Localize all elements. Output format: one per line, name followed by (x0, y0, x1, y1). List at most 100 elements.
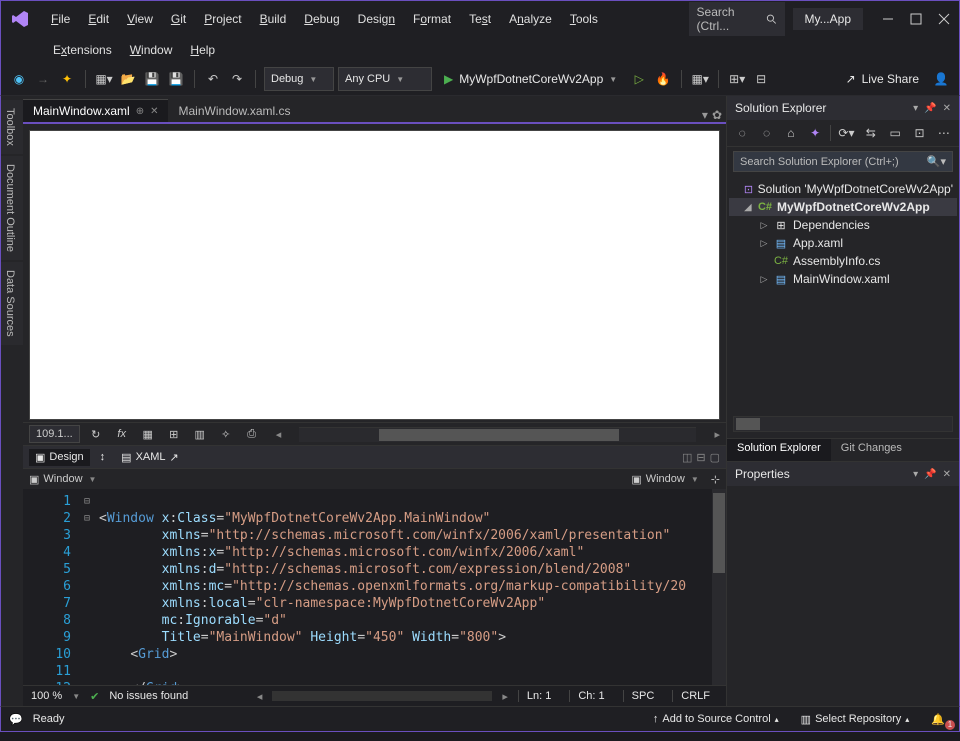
split-v-icon[interactable]: ◫ (682, 451, 692, 464)
menu-view[interactable]: View (119, 9, 161, 29)
live-share-button[interactable]: ↗ Live Share (838, 70, 927, 88)
code-button[interactable]: ⎙ (242, 424, 262, 444)
snap-button[interactable]: ⊞ (164, 424, 184, 444)
assemblyinfo-node[interactable]: C#AssemblyInfo.cs (729, 252, 957, 270)
fx-button[interactable]: fx (112, 424, 132, 444)
start-without-debug-button[interactable]: ▷ (629, 69, 649, 89)
design-tab[interactable]: ▣Design (29, 449, 90, 466)
tab-settings-icon[interactable]: ✿ (712, 108, 722, 122)
solution-h-scrollbar[interactable] (733, 416, 953, 432)
back-icon[interactable]: ◌ (733, 123, 751, 143)
layout-button[interactable]: ▦▾ (690, 69, 710, 89)
panel-menu-icon[interactable]: ▾ (913, 103, 918, 114)
save-button[interactable]: 💾 (142, 69, 162, 89)
menu-tools[interactable]: Tools (562, 9, 606, 29)
forward-button[interactable]: → (33, 69, 53, 89)
maximize-button[interactable] (909, 12, 923, 26)
eol-indicator[interactable]: CRLF (672, 690, 718, 702)
add-source-control-button[interactable]: ↑Add to Source Control▴ (647, 711, 785, 727)
new-project-button[interactable]: ▦▾ (94, 69, 114, 89)
menu-git[interactable]: Git (163, 9, 194, 29)
menu-project[interactable]: Project (196, 9, 249, 29)
output-icon[interactable]: 💬 (9, 713, 23, 726)
menu-extensions[interactable]: Extensions (45, 40, 120, 60)
solution-search[interactable]: Search Solution Explorer (Ctrl+;) 🔍▾ (733, 151, 953, 172)
notifications-button[interactable]: 🔔1 (925, 711, 951, 728)
git-changes-tab[interactable]: Git Changes (831, 439, 912, 461)
close-button[interactable] (937, 12, 951, 26)
swap-panes-button[interactable]: ↕ (100, 451, 106, 463)
menu-format[interactable]: Format (405, 9, 459, 29)
new-item-button[interactable]: ✦ (57, 69, 77, 89)
panel-close-icon[interactable]: ✕ (943, 103, 951, 114)
breadcrumb-right[interactable]: ▣Window (631, 473, 685, 486)
menu-debug[interactable]: Debug (296, 9, 347, 29)
save-all-button[interactable]: 💾 (166, 69, 186, 89)
project-node[interactable]: ◢C#MyWpfDotnetCoreWv2App (729, 198, 957, 216)
pin-icon[interactable]: ⊕ (136, 106, 144, 117)
col-indicator[interactable]: Ch: 1 (569, 690, 612, 702)
redo-button[interactable]: ↷ (227, 69, 247, 89)
hot-reload-button[interactable]: 🔥 (653, 69, 673, 89)
guides-button[interactable]: ▥ (190, 424, 210, 444)
menu-design[interactable]: Design (350, 9, 403, 29)
design-canvas[interactable] (29, 130, 720, 420)
menu-help[interactable]: Help (182, 40, 223, 60)
undo-button[interactable]: ↶ (203, 69, 223, 89)
popout-icon[interactable]: ↗ (170, 451, 179, 464)
code-editor[interactable]: 123456789101112 ⊟⊟ <Window x:Class="MyWp… (23, 489, 726, 685)
xaml-tab[interactable]: ▤XAML↗ (115, 449, 185, 466)
fwd-icon[interactable]: ◌ (757, 123, 775, 143)
dependencies-node[interactable]: ▷⊞Dependencies (729, 216, 957, 234)
solution-explorer-tab[interactable]: Solution Explorer (727, 439, 831, 461)
designer-h-scrollbar[interactable] (299, 427, 696, 442)
search-box[interactable]: Search (Ctrl... (689, 2, 785, 36)
zoom-combo[interactable]: 109.1... (29, 425, 80, 443)
sync-icon[interactable]: ⇆ (862, 123, 880, 143)
open-button[interactable]: 📂 (118, 69, 138, 89)
tab-mainwindow-xaml[interactable]: MainWindow.xaml ⊕ ✕ (23, 99, 168, 122)
collapse-icon[interactable]: ▢ (710, 451, 720, 464)
menu-window[interactable]: Window (122, 40, 181, 60)
zoom-level[interactable]: 100 % (31, 690, 62, 702)
grid-button[interactable]: ▦ (138, 424, 158, 444)
document-outline-tab[interactable]: Document Outline (1, 156, 23, 260)
menu-edit[interactable]: Edit (80, 9, 117, 29)
menu-build[interactable]: Build (252, 9, 295, 29)
show-all-icon[interactable]: ▭ (886, 123, 904, 143)
app-name-button[interactable]: My...App (793, 8, 863, 30)
split-h-icon[interactable]: ⊟ (696, 451, 705, 464)
toolbox-tab[interactable]: Toolbox (1, 100, 23, 154)
issues-label[interactable]: No issues found (109, 690, 188, 702)
tab-dropdown-icon[interactable]: ▾ (702, 108, 708, 122)
panel-pin-icon[interactable]: 📌 (924, 469, 936, 480)
indent-indicator[interactable]: SPC (623, 690, 663, 702)
extra-button-1[interactable]: ⊞▾ (727, 69, 747, 89)
breadcrumb-left[interactable]: ▣Window (29, 473, 83, 486)
app-xaml-node[interactable]: ▷▤App.xaml (729, 234, 957, 252)
minimize-button[interactable] (881, 12, 895, 26)
menu-analyze[interactable]: Analyze (501, 9, 560, 29)
code-h-scrollbar[interactable] (272, 691, 492, 701)
back-button[interactable]: ◉ (9, 69, 29, 89)
breadcrumb-split-icon[interactable]: ⊹ (711, 473, 720, 486)
collapse-all-icon[interactable]: ⊡ (910, 123, 928, 143)
properties-icon[interactable]: ⋯ (935, 123, 953, 143)
panel-menu-icon[interactable]: ▾ (913, 469, 918, 480)
data-sources-tab[interactable]: Data Sources (1, 262, 23, 345)
close-tab-icon[interactable]: ✕ (150, 106, 158, 117)
tab-mainwindow-xaml-cs[interactable]: MainWindow.xaml.cs (168, 100, 300, 122)
refresh-icon[interactable]: ⟳▾ (837, 123, 855, 143)
panel-pin-icon[interactable]: 📌 (924, 103, 936, 114)
account-button[interactable]: 👤 (931, 69, 951, 89)
menu-test[interactable]: Test (461, 9, 499, 29)
solution-node[interactable]: ⊡Solution 'MyWpfDotnetCoreWv2App' (729, 180, 957, 198)
mainwindow-xaml-node[interactable]: ▷▤MainWindow.xaml (729, 270, 957, 288)
fold-column[interactable]: ⊟⊟ (79, 489, 95, 685)
extra-button-2[interactable]: ⊟ (751, 69, 771, 89)
platform-combo[interactable]: Any CPU▼ (338, 67, 432, 91)
select-repo-button[interactable]: ▥Select Repository▴ (795, 711, 916, 728)
code-v-scrollbar[interactable] (712, 489, 726, 685)
switch-view-icon[interactable]: ✦ (806, 123, 824, 143)
line-indicator[interactable]: Ln: 1 (518, 690, 559, 702)
